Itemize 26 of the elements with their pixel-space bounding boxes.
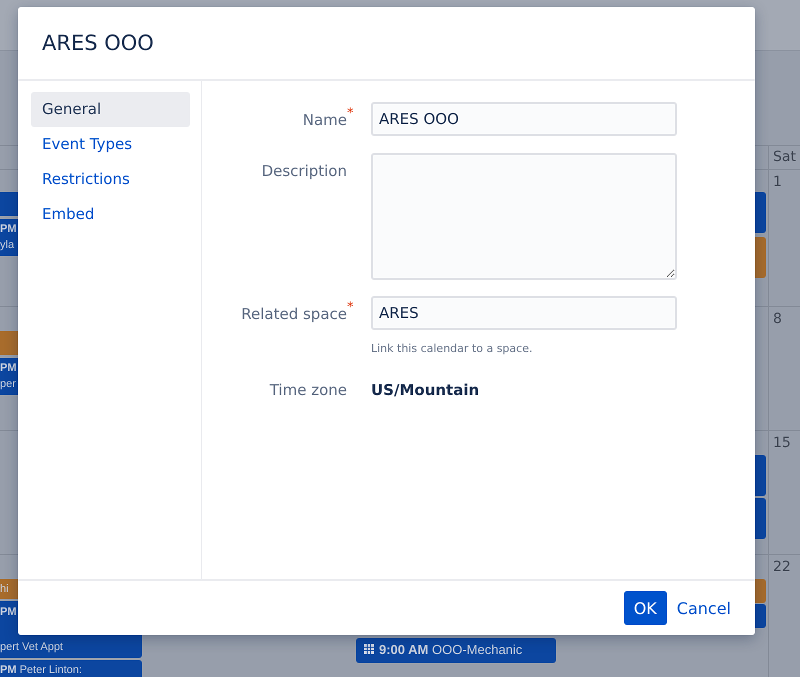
event-chip[interactable]: PM Peter Linton:: [0, 660, 142, 677]
text-field[interactable]: ARES OOO: [371, 102, 677, 136]
ok-button[interactable]: OK: [624, 591, 667, 625]
field-label: Related space: [240, 304, 347, 325]
date-number: 22: [773, 559, 792, 575]
event-chip[interactable]: 9:00 AM OOO-Mechanic: [356, 638, 556, 663]
date-number: 8: [773, 311, 783, 327]
nav-item[interactable]: Restrictions: [31, 162, 190, 197]
nav-item[interactable]: Event Types: [31, 127, 190, 162]
date-number: 1: [773, 174, 783, 190]
date-number: 15: [773, 435, 792, 451]
field-label: Description: [260, 161, 347, 182]
required-mark: *: [347, 105, 354, 121]
field-label: Name: [302, 110, 347, 131]
required-mark: *: [347, 299, 354, 315]
field-value: US/Mountain: [371, 381, 480, 399]
help-text: Link this calendar to a space.: [371, 342, 534, 355]
text-field[interactable]: ARES: [371, 296, 677, 330]
field-label: Time zone: [268, 381, 347, 399]
day-header: Sat: [768, 146, 800, 169]
calendar-icon: [364, 644, 374, 654]
dialog-title: ARES OOO: [42, 31, 154, 55]
cancel-link[interactable]: Cancel: [672, 591, 735, 625]
description-field[interactable]: [371, 153, 677, 280]
nav-item[interactable]: Embed: [31, 197, 190, 232]
nav-item[interactable]: General: [31, 92, 190, 127]
